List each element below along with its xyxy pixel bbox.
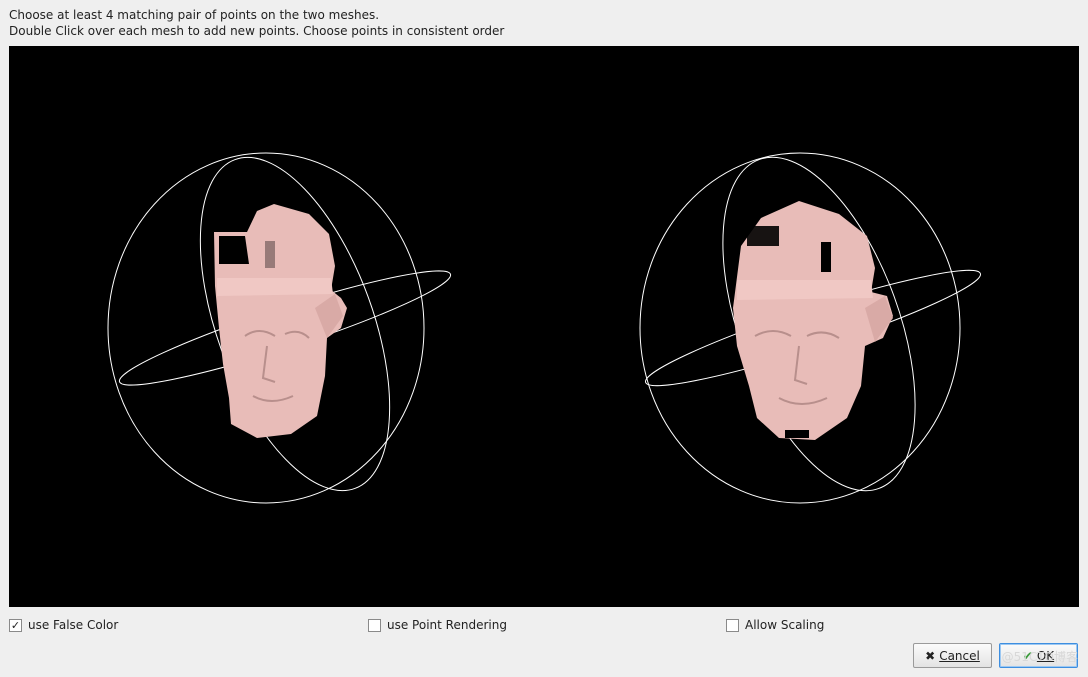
right-head-mesh	[733, 201, 893, 440]
mesh-viewport[interactable]	[9, 46, 1079, 607]
allow-scaling-label: Allow Scaling	[745, 618, 825, 632]
left-mesh-view[interactable]	[107, 133, 457, 515]
watermark: @51CTO博客	[1001, 650, 1078, 664]
instruction-line-1: Choose at least 4 matching pair of point…	[9, 8, 380, 22]
allow-scaling-checkbox[interactable]	[726, 618, 739, 632]
false-color-label: use False Color	[28, 618, 119, 632]
allow-scaling-option[interactable]: Allow Scaling	[726, 617, 824, 633]
false-color-checkbox[interactable]: ✓	[9, 618, 22, 632]
point-rendering-option[interactable]: use Point Rendering	[368, 617, 507, 633]
left-head-mesh	[214, 204, 347, 438]
instructions: Choose at least 4 matching pair of point…	[9, 7, 504, 39]
point-rendering-label: use Point Rendering	[387, 618, 507, 632]
instruction-line-2: Double Click over each mesh to add new p…	[9, 24, 505, 38]
mesh-canvas[interactable]	[9, 46, 1079, 607]
x-icon: ✖	[925, 648, 936, 663]
cancel-label: Cancel	[939, 648, 980, 663]
false-color-option[interactable]: ✓ use False Color	[9, 617, 118, 633]
right-mesh-view[interactable]	[639, 132, 986, 516]
point-rendering-checkbox[interactable]	[368, 618, 381, 632]
cancel-button[interactable]: ✖ Cancel	[913, 643, 992, 668]
